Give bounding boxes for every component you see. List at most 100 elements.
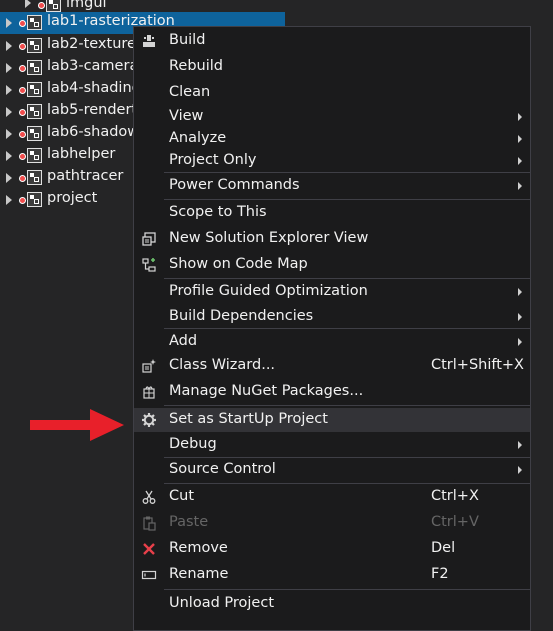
menu-item-label: Scope to This (169, 204, 267, 220)
menu-item-rebuild[interactable]: Rebuild (134, 55, 530, 79)
menu-item-show-on-code-map[interactable]: Show on Code Map (134, 253, 530, 277)
error-status-icon (19, 43, 26, 50)
rename-icon (140, 566, 158, 584)
menu-separator (164, 278, 530, 279)
menu-item-label: Project Only (169, 152, 257, 168)
submenu-arrow-icon (518, 135, 522, 143)
menu-item-label: Build (169, 32, 206, 48)
menu-item-remove[interactable]: Remove Del (134, 537, 530, 561)
expand-arrow-icon[interactable] (6, 173, 12, 183)
menu-item-source-control[interactable]: Source Control (134, 458, 530, 482)
menu-item-shortcut: Ctrl+Shift+X (431, 357, 524, 373)
project-icon (27, 126, 42, 141)
error-status-icon (19, 153, 26, 160)
error-status-icon (19, 109, 26, 116)
error-status-icon (19, 175, 26, 182)
menu-item-label: Profile Guided Optimization (169, 283, 368, 299)
project-icon (27, 192, 42, 207)
scissors-icon (140, 488, 158, 506)
expand-arrow-icon[interactable] (6, 151, 12, 161)
menu-item-label: Build Dependencies (169, 308, 314, 324)
menu-separator (164, 172, 530, 173)
menu-item-label: Rebuild (169, 58, 223, 74)
menu-separator (164, 405, 530, 406)
menu-item-label: Unload Project (169, 595, 275, 611)
menu-item-shortcut: F2 (431, 566, 449, 582)
menu-item-clean[interactable]: Clean (134, 81, 530, 105)
expand-arrow-icon[interactable] (6, 18, 12, 28)
menu-item-label: Class Wizard... (169, 357, 276, 373)
submenu-arrow-icon (518, 113, 522, 121)
tree-item-label: lab6-shadow (47, 124, 140, 140)
expand-arrow-icon[interactable] (6, 41, 12, 51)
tree-item-label: lab3-camera (47, 58, 139, 74)
expand-arrow-icon[interactable] (6, 129, 12, 139)
menu-item-label: Analyze (169, 130, 227, 146)
project-icon (27, 60, 42, 75)
expand-arrow-icon[interactable] (25, 0, 31, 8)
submenu-arrow-icon (518, 182, 522, 190)
submenu-arrow-icon (518, 313, 522, 321)
menu-item-scope-to-this[interactable]: Scope to This (134, 201, 530, 225)
nuget-icon (140, 383, 158, 401)
menu-item-label: Cut (169, 488, 194, 504)
menu-item-analyze[interactable]: Analyze (134, 127, 530, 151)
menu-item-unload-project[interactable]: Unload Project (134, 592, 530, 616)
error-status-icon (19, 87, 26, 94)
menu-item-shortcut: Del (431, 540, 456, 556)
code-map-icon (140, 256, 158, 274)
submenu-arrow-icon (518, 338, 522, 346)
menu-item-label: Add (169, 333, 198, 349)
menu-item-label: Manage NuGet Packages... (169, 383, 364, 399)
expand-arrow-icon[interactable] (6, 195, 12, 205)
submenu-arrow-icon (518, 157, 522, 165)
tree-item-label: lab5-rendertc (47, 102, 146, 118)
project-icon (27, 170, 42, 185)
project-icon (27, 82, 42, 97)
close-icon (140, 540, 158, 558)
submenu-arrow-icon (518, 466, 522, 474)
tree-item-label: labhelper (47, 146, 116, 162)
annotation-arrow-icon (30, 409, 124, 441)
expand-arrow-icon[interactable] (6, 85, 12, 95)
menu-item-label: Remove (169, 540, 228, 556)
menu-item-shortcut: Ctrl+V (431, 514, 479, 530)
tree-item-label: lab2-textures (47, 36, 144, 52)
menu-item-paste[interactable]: Paste Ctrl+V (134, 511, 530, 535)
error-status-icon (19, 131, 26, 138)
menu-item-add[interactable]: Add (134, 330, 530, 354)
menu-item-shortcut: Ctrl+X (431, 488, 479, 504)
project-icon (27, 104, 42, 119)
menu-item-cut[interactable]: Cut Ctrl+X (134, 485, 530, 509)
menu-item-view[interactable]: View (134, 105, 530, 129)
menu-item-debug[interactable]: Debug (134, 433, 530, 457)
expand-arrow-icon[interactable] (6, 63, 12, 73)
menu-item-profile-guided-optimization[interactable]: Profile Guided Optimization (134, 280, 530, 304)
submenu-arrow-icon (518, 441, 522, 449)
menu-item-label: Paste (169, 514, 209, 530)
menu-item-label: Source Control (169, 461, 276, 477)
menu-item-class-wizard[interactable]: Class Wizard... Ctrl+Shift+X (134, 354, 530, 378)
menu-item-set-startup-project[interactable]: Set as StartUp Project (134, 408, 530, 432)
class-wizard-icon (140, 357, 158, 375)
menu-item-build[interactable]: Build (134, 29, 530, 53)
submenu-arrow-icon (518, 288, 522, 296)
menu-item-label: Clean (169, 84, 211, 100)
menu-item-manage-nuget[interactable]: Manage NuGet Packages... (134, 380, 530, 404)
menu-separator (164, 328, 530, 329)
menu-item-build-dependencies[interactable]: Build Dependencies (134, 305, 530, 329)
new-window-icon (140, 230, 158, 248)
menu-item-power-commands[interactable]: Power Commands (134, 174, 530, 198)
menu-item-new-solution-explorer-view[interactable]: New Solution Explorer View (134, 227, 530, 251)
menu-separator (164, 199, 530, 200)
build-icon (140, 32, 158, 50)
menu-item-project-only[interactable]: Project Only (134, 149, 530, 173)
project-icon (27, 148, 42, 163)
menu-item-label: Show on Code Map (169, 256, 308, 272)
paste-icon (140, 514, 158, 532)
menu-item-label: Debug (169, 436, 217, 452)
menu-item-rename[interactable]: Rename F2 (134, 563, 530, 587)
menu-separator (164, 483, 530, 484)
expand-arrow-icon[interactable] (6, 107, 12, 117)
project-icon (27, 38, 42, 53)
